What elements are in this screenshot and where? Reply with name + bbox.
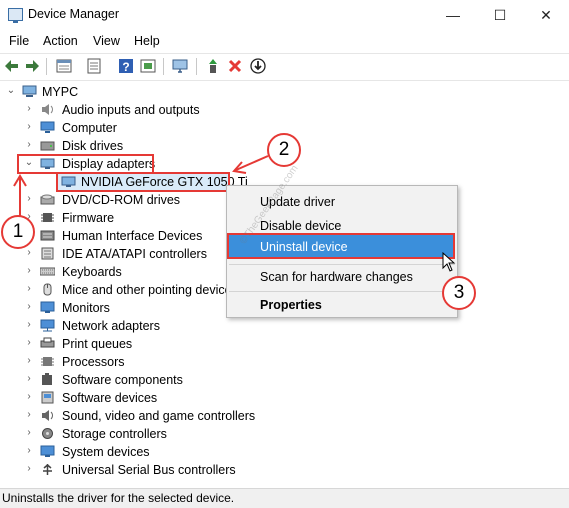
callout-step-2: 2 (267, 133, 301, 167)
callout-step-1: 1 (1, 215, 35, 249)
status-bar: Uninstalls the driver for the selected d… (0, 488, 569, 508)
annotation-arrows (13, 155, 269, 216)
callout-step-3: 3 (442, 276, 476, 310)
status-text: Uninstalls the driver for the selected d… (2, 491, 235, 505)
